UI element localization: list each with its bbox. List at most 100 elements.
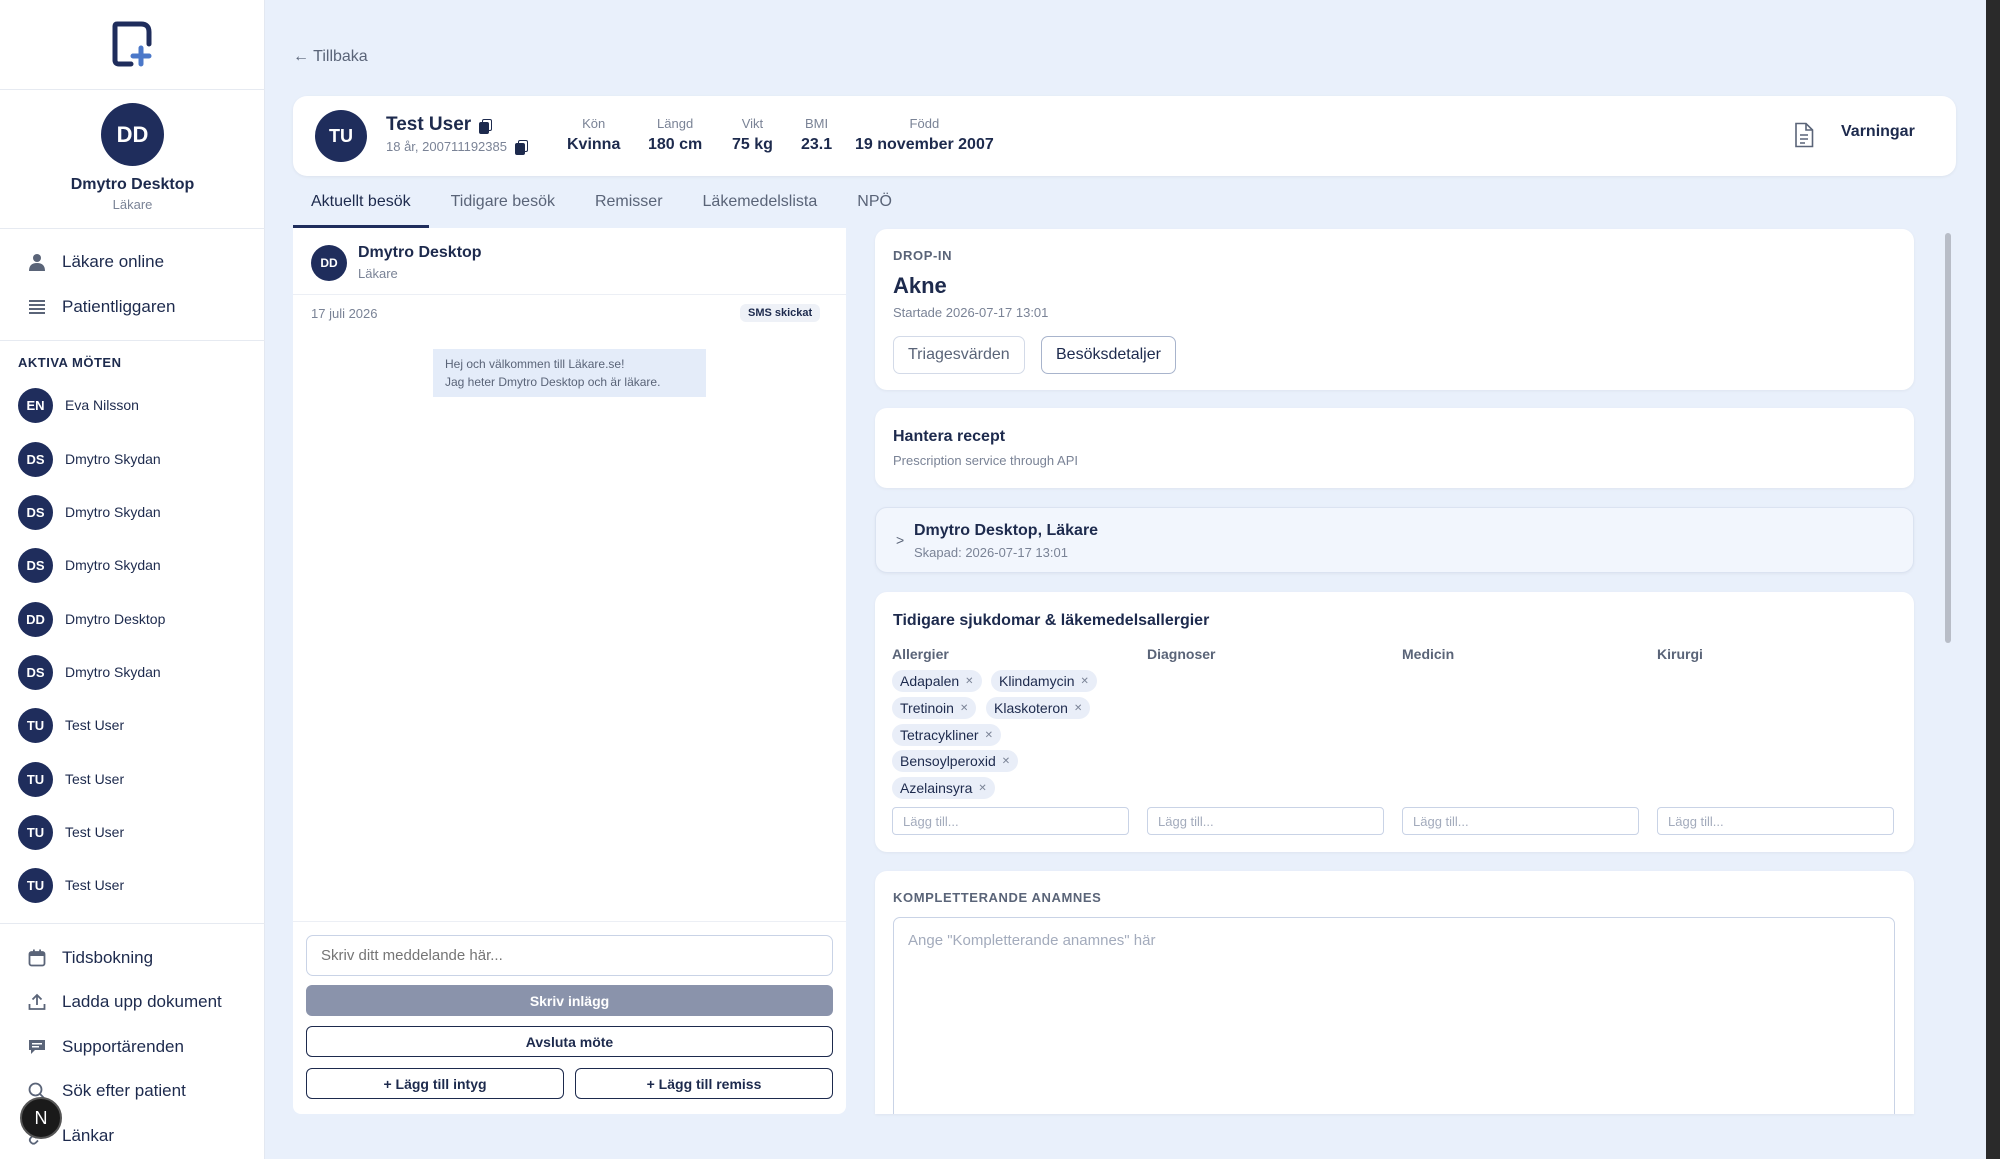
avatar: DD [311,245,347,281]
visit-details-button[interactable]: Besöksdetaljer [1041,336,1176,374]
add-allergy-input[interactable]: Lägg till... [892,807,1129,835]
column-diagnoses: Diagnoser [1147,646,1216,662]
scrollbar-thumb[interactable] [1945,233,1951,643]
upload-icon [26,991,48,1013]
tag-label: Tetracykliner [900,727,979,743]
add-surgery-input[interactable]: Lägg till... [1657,807,1894,835]
stat-label: Född [909,116,940,131]
meeting-item[interactable]: EN Eva Nilsson [18,387,139,423]
avatar: DS [18,494,53,530]
chat-message: Hej och välkommen till Läkare.se! Jag he… [433,349,706,397]
meeting-item[interactable]: DS Dmytro Skydan [18,441,161,477]
n-badge[interactable]: N [20,1097,62,1139]
copy-icon[interactable] [479,118,493,134]
remove-icon[interactable]: ✕ [1074,703,1082,714]
meeting-item[interactable]: TU Test User [18,867,124,903]
nav-item-label: Sök efter patient [62,1081,186,1100]
section-label-active-meetings: AKTIVA MÖTEN [18,355,122,370]
meeting-name: Test User [65,717,125,733]
tab-previous-visits[interactable]: Tidigare besök [433,193,573,228]
add-certificate-button[interactable]: + Lägg till intyg [306,1068,564,1099]
chat-doctor-name: Dmytro Desktop [358,244,482,261]
meeting-name: Test User [65,771,125,787]
stat-height: Längd 180 cm [648,116,702,154]
remove-icon[interactable]: ✕ [978,783,986,794]
patient-name-row: Test User [386,114,493,136]
allergy-tag: Klindamycin ✕ [991,670,1097,692]
tab-medication-list[interactable]: Läkemedelslista [685,193,836,228]
add-diagnosis-input[interactable]: Lägg till... [1147,807,1384,835]
profile-role: Läkare [112,197,153,212]
tab-referrals[interactable]: Remisser [577,193,681,228]
visit-card: DROP-IN Akne Startade 2026-07-17 13:01 T… [875,229,1914,390]
nav-item-support[interactable]: Supportärenden [26,1032,184,1062]
remove-icon[interactable]: ✕ [985,730,993,741]
meeting-item[interactable]: DS Dmytro Skydan [18,547,161,583]
meeting-name: Dmytro Skydan [65,504,161,520]
nav-item-upload[interactable]: Ladda upp dokument [26,987,222,1017]
back-link[interactable]: ← Tillbaka [293,48,368,66]
anamnes-textarea[interactable]: Ange "Kompletterande anamnes" här [893,917,1895,1114]
tab-current-visit[interactable]: Aktuellt besök [293,193,429,228]
nav-item-label: Läkare online [62,252,165,271]
nav-item-tidsbokning[interactable]: Tidsbokning [26,943,153,973]
remove-icon[interactable]: ✕ [1080,676,1088,687]
nav-item-patientliggaren[interactable]: Patientliggaren [26,292,175,322]
add-medicine-input[interactable]: Lägg till... [1402,807,1639,835]
meeting-item[interactable]: TU Test User [18,707,124,743]
calendar-icon [26,947,48,969]
meeting-name: Dmytro Skydan [65,451,161,467]
avatar: DS [18,441,53,477]
meeting-name: Eva Nilsson [65,397,139,413]
nav-item-lakare-online[interactable]: Läkare online [26,247,164,277]
nav-item-label: Patientliggaren [62,297,176,316]
note-card[interactable]: > Dmytro Desktop, Läkare Skapad: 2026-07… [875,507,1914,573]
meeting-item[interactable]: DS Dmytro Skydan [18,494,161,530]
sidebar-divider [0,340,265,341]
remove-icon[interactable]: ✕ [1002,756,1010,767]
avatar: DS [18,547,53,583]
allergy-tag: Tetracykliner ✕ [892,724,1001,746]
remove-icon[interactable]: ✕ [965,676,973,687]
visit-tabs: Aktuellt besök Tidigare besök Remisser L… [293,193,914,228]
stat-value: Kvinna [567,136,621,153]
triage-values-button[interactable]: Triagesvärden [893,336,1025,374]
prescription-card[interactable]: Hantera recept Prescription service thro… [875,408,1914,488]
note-title: Dmytro Desktop, Läkare [914,522,1099,539]
sidebar-divider [0,89,265,90]
allergy-tag: Azelainsyra ✕ [892,777,995,799]
meeting-item[interactable]: TU Test User [18,761,124,797]
stat-value: 23.1 [801,136,833,153]
post-message-button[interactable]: Skriv inlägg [306,985,833,1016]
warnings-button[interactable]: Varningar [1841,123,1915,141]
meeting-item[interactable]: DD Dmytro Desktop [18,601,165,637]
stat-label: Längd [657,116,694,131]
chevron-right-icon[interactable]: > [896,532,904,548]
patient-age-id: 18 år, 200711192385 [386,139,507,154]
profile-avatar[interactable]: DD [101,103,164,166]
tab-npo[interactable]: NPÖ [839,193,910,228]
column-allergies: Allergier [892,646,949,662]
copy-icon[interactable] [514,140,528,155]
meeting-item[interactable]: DS Dmytro Skydan [18,654,161,690]
prescription-sub: Prescription service through API [893,453,1078,468]
chat-message-line: Hej och välkommen till Läkare.se! [445,357,625,371]
avatar: DD [18,601,53,637]
stat-label: Kön [582,116,606,131]
meeting-item[interactable]: TU Test User [18,814,124,850]
app-logo-icon[interactable] [107,20,157,70]
tag-label: Azelainsyra [900,780,973,796]
stat-label: Vikt [741,116,764,131]
chat-message-input[interactable] [306,935,833,976]
allergy-tag: Adapalen ✕ [892,670,982,692]
chat-divider [293,921,846,922]
add-referral-button[interactable]: + Lägg till remiss [575,1068,833,1099]
chat-icon [26,1036,48,1058]
remove-icon[interactable]: ✕ [960,703,968,714]
tag-label: Adapalen [900,673,960,689]
end-meeting-button[interactable]: Avsluta möte [306,1026,833,1057]
profile-name: Dmytro Desktop [70,176,195,193]
tag-label: Klindamycin [999,673,1075,689]
prescription-title: Hantera recept [893,428,1006,445]
document-icon[interactable] [1793,122,1815,148]
